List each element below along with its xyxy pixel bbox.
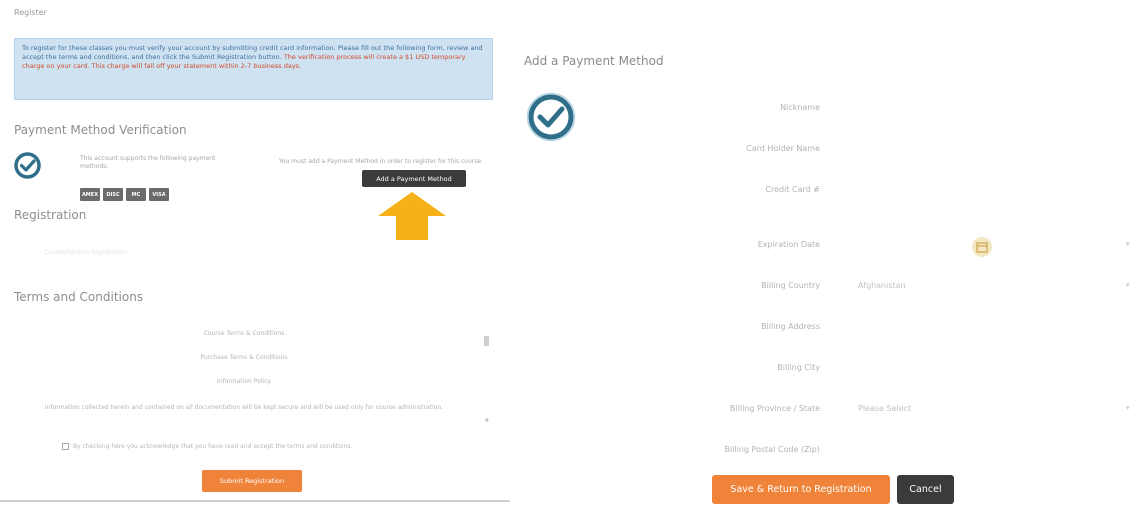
divider — [0, 500, 510, 502]
breadcrumb[interactable]: Register — [14, 8, 47, 17]
up-arrow-icon — [378, 192, 446, 240]
check-circle-icon — [526, 92, 576, 142]
registration-title: Registration — [14, 208, 87, 222]
amex-card-icon: AMEX — [80, 188, 100, 201]
agree-row: By checking here you acknowledge that yo… — [62, 443, 352, 450]
billing-country-label: Billing Country — [761, 281, 820, 290]
cancel-button[interactable]: Cancel — [897, 475, 954, 504]
terms-scroll-box[interactable]: Course Terms & Conditions Purchase Terms… — [14, 326, 490, 431]
submit-registration-button[interactable]: Submit Registration — [202, 470, 302, 492]
credit-card-number-label: Credit Card # — [765, 185, 820, 194]
add-payment-method-title: Add a Payment Method — [524, 54, 664, 68]
add-payment-method-button[interactable]: Add a Payment Method — [362, 170, 466, 187]
terms-scrollbar[interactable] — [484, 336, 489, 346]
mastercard-card-icon: MC — [126, 188, 146, 201]
calendar-icon[interactable] — [970, 235, 994, 259]
chevron-down-icon[interactable]: ▾ — [1126, 240, 1130, 248]
chevron-down-icon[interactable]: ▾ — [1126, 404, 1130, 412]
info-notice: To register for these classes you must v… — [14, 38, 493, 100]
registration-subtitle: Course/Section Registration — [44, 249, 128, 256]
check-circle-icon — [14, 152, 41, 179]
billing-address-label: Billing Address — [761, 322, 820, 331]
billing-postal-code-label: Billing Postal Code (Zip) — [724, 445, 820, 454]
supported-methods-text: This account supports the following paym… — [80, 155, 216, 171]
agree-checkbox[interactable] — [62, 443, 69, 450]
card-holder-name-label: Card Holder Name — [746, 144, 820, 153]
add-method-instruction: You must add a Payment Method in order t… — [279, 158, 483, 165]
payment-verification-title: Payment Method Verification — [14, 123, 187, 137]
nickname-label: Nickname — [780, 103, 820, 112]
scroll-down-icon[interactable]: ▼ — [485, 418, 489, 424]
terms-line: Course Terms & Conditions — [203, 330, 285, 337]
billing-state-select[interactable]: Please Select — [858, 404, 911, 413]
card-logos: AMEX DISC MC VISA — [80, 188, 169, 201]
terms-line: Information collected herein and contain… — [44, 404, 444, 411]
chevron-down-icon[interactable]: ▾ — [1126, 281, 1130, 289]
discover-card-icon: DISC — [103, 188, 123, 201]
billing-state-label: Billing Province / State — [729, 404, 820, 413]
billing-country-select[interactable]: Afghanistan — [858, 281, 906, 290]
expiration-date-label: Expiration Date — [757, 240, 820, 249]
terms-line: Purchase Terms & Conditions — [200, 354, 288, 361]
save-return-button[interactable]: Save & Return to Registration — [712, 475, 890, 504]
visa-card-icon: VISA — [149, 188, 169, 201]
billing-city-label: Billing City — [777, 363, 820, 372]
terms-line: Information Policy — [217, 378, 271, 385]
agree-label: By checking here you acknowledge that yo… — [73, 443, 353, 450]
terms-title: Terms and Conditions — [14, 290, 144, 304]
